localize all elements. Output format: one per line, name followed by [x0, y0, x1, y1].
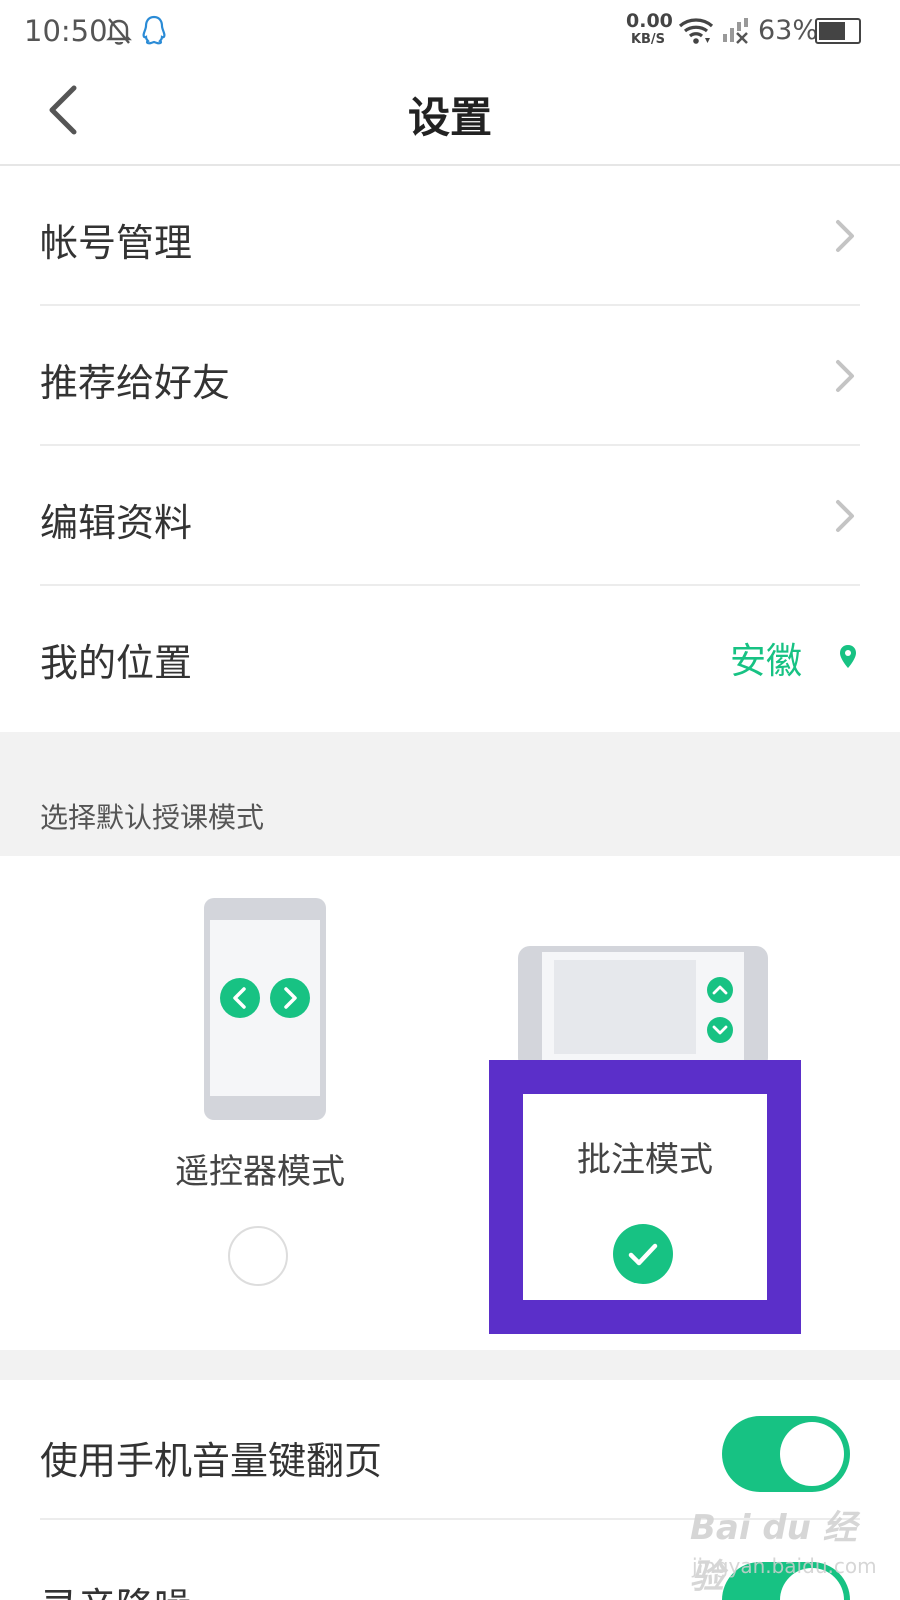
nav-bar: 设置 [0, 66, 900, 166]
bell-off-icon [106, 16, 132, 50]
toggle-knob [780, 1422, 844, 1486]
status-time: 10:50 [24, 14, 108, 48]
wifi-icon [678, 16, 714, 50]
settings-row-account[interactable]: 帐号管理 [0, 168, 900, 306]
location-pin-icon [840, 645, 856, 668]
divider [40, 444, 860, 446]
section-header-background [0, 732, 900, 856]
settings-row-label: 推荐给好友 [40, 361, 231, 405]
annotation-mode-highlight: 批注模式 [489, 1060, 801, 1334]
qq-icon [140, 14, 168, 50]
divider [40, 584, 860, 586]
net-speed-value: 0.00 [626, 10, 673, 32]
divider [40, 304, 860, 306]
chevron-right-icon [836, 360, 854, 392]
battery-icon [815, 18, 861, 44]
check-icon[interactable] [613, 1224, 673, 1284]
annotation-mode-label: 批注模式 [577, 1140, 713, 1180]
settings-row-label: 编辑资料 [40, 501, 193, 545]
signal-off-icon [720, 16, 750, 50]
settings-row-label: 我的位置 [40, 641, 193, 685]
remote-mode-option[interactable] [204, 898, 326, 1124]
chevron-right-icon [836, 500, 854, 532]
annotation-mode-option[interactable] [518, 946, 768, 1074]
watermark: Bai du 经验 jingyan.baidu.com [690, 1500, 880, 1597]
phone-remote-icon [204, 898, 326, 1120]
toggle-label: 录音降噪 [40, 1576, 192, 1600]
volume-keys-toggle[interactable] [722, 1416, 850, 1492]
chevron-right-icon [836, 220, 854, 252]
location-value: 安徽 [729, 641, 802, 682]
section-divider [0, 1350, 900, 1380]
tablet-annotation-icon [518, 946, 768, 1070]
settings-row-edit-profile[interactable]: 编辑资料 [0, 448, 900, 586]
watermark-url: jingyan.baidu.com [692, 1554, 877, 1578]
net-speed: 0.00 KB/S [626, 10, 673, 47]
settings-row-location[interactable]: 我的位置 安徽 [0, 588, 900, 726]
remote-mode-label: 遥控器模式 [175, 1152, 345, 1192]
settings-row-recommend[interactable]: 推荐给好友 [0, 308, 900, 446]
annotation-mode-card[interactable]: 批注模式 [523, 1094, 767, 1300]
remote-mode-radio[interactable] [228, 1226, 288, 1286]
settings-row-label: 帐号管理 [40, 221, 193, 265]
page-title: 设置 [407, 93, 492, 142]
toggle-label: 使用手机音量键翻页 [40, 1439, 383, 1483]
toggle-row-volume-keys: 使用手机音量键翻页 [0, 1380, 900, 1520]
battery-fill [819, 22, 846, 40]
watermark-logo: Bai du 经验 [690, 1508, 857, 1597]
status-bar: 10:50 0.00 KB/S 63% [0, 0, 900, 66]
battery-percent: 63% [758, 15, 819, 46]
net-speed-unit: KB/S [630, 32, 666, 47]
section-title: 选择默认授课模式 [40, 801, 265, 834]
